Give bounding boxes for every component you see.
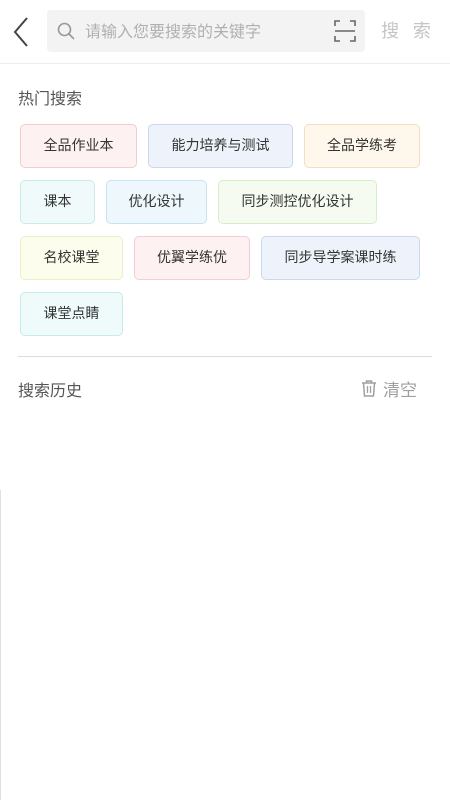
- back-button[interactable]: [8, 14, 34, 50]
- search-icon: [57, 22, 75, 40]
- hot-tag[interactable]: 同步导学案课时练: [261, 236, 420, 280]
- top-bar: 搜 索: [0, 0, 450, 64]
- hot-tag[interactable]: 能力培养与测试: [148, 124, 293, 168]
- search-input[interactable]: [85, 10, 325, 52]
- trash-icon: [362, 380, 376, 397]
- left-edge-line: [0, 490, 1, 800]
- section-divider: [18, 356, 432, 357]
- hot-tag[interactable]: 课本: [20, 180, 95, 224]
- search-history-title: 搜索历史: [18, 381, 83, 400]
- hot-tag[interactable]: 优翼学练优: [134, 236, 250, 280]
- hot-tag[interactable]: 名校课堂: [20, 236, 123, 280]
- hot-tag[interactable]: 优化设计: [106, 180, 207, 224]
- search-box[interactable]: [47, 10, 365, 52]
- hot-tag[interactable]: 全品学练考: [304, 124, 420, 168]
- scan-icon[interactable]: [334, 20, 356, 42]
- clear-history-button[interactable]: 清空: [360, 376, 417, 401]
- hot-tag[interactable]: 同步测控优化设计: [218, 180, 377, 224]
- clear-history-label: 清空: [383, 380, 417, 401]
- search-button[interactable]: 搜 索: [380, 14, 436, 50]
- back-arrow-icon: [13, 17, 28, 47]
- hot-search-title: 热门搜索: [18, 89, 83, 108]
- hot-tag[interactable]: 全品作业本: [20, 124, 137, 168]
- hot-tag[interactable]: 课堂点睛: [20, 292, 123, 336]
